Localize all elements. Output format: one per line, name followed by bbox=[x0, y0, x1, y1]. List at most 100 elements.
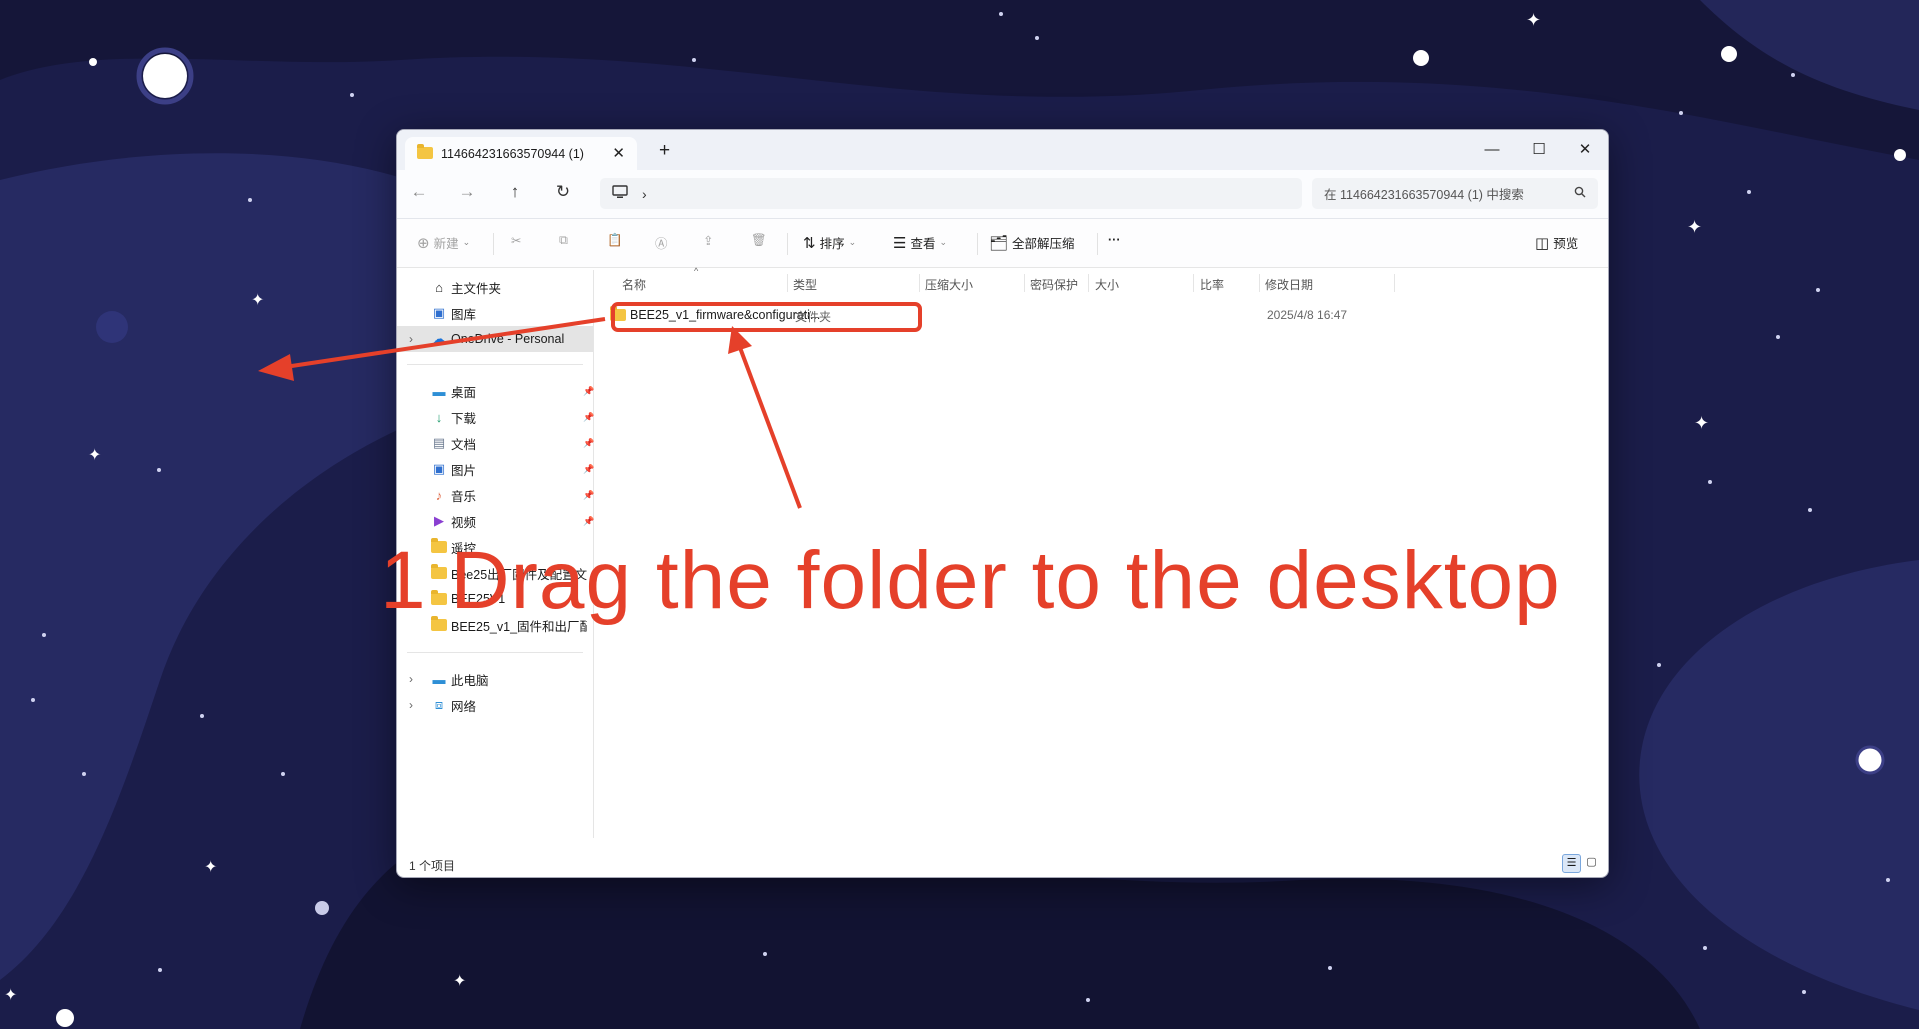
column-divider[interactable] bbox=[1024, 274, 1025, 292]
pin-icon[interactable]: 📌 bbox=[583, 412, 594, 423]
search-box[interactable]: 在 114664231663570944 (1) 中搜索 bbox=[1312, 178, 1598, 209]
large-icons-view-icon[interactable]: ▢ bbox=[1583, 854, 1600, 871]
nav-item-home[interactable]: ⌂ 主文件夹 bbox=[397, 274, 593, 300]
extract-icon: 🗂 bbox=[989, 234, 1009, 252]
pin-icon[interactable]: 📌 bbox=[583, 516, 594, 527]
divider bbox=[407, 364, 583, 365]
picture-icon: ▣ bbox=[432, 461, 446, 476]
more-options-icon[interactable]: ··· bbox=[1108, 233, 1121, 247]
nav-item-gallery[interactable]: ▣ 图库 bbox=[397, 300, 593, 326]
pin-icon[interactable]: 📌 bbox=[583, 490, 594, 501]
video-icon: ▶ bbox=[434, 513, 444, 528]
rename-icon[interactable]: Ⓐ bbox=[655, 233, 668, 252]
svg-text:✦: ✦ bbox=[1694, 413, 1709, 433]
nav-item-onedrive[interactable]: › ☁ OneDrive - Personal bbox=[397, 326, 593, 352]
column-divider[interactable] bbox=[1259, 274, 1260, 292]
maximize-button[interactable]: ☐ bbox=[1517, 135, 1561, 165]
close-button[interactable]: ✕ bbox=[1563, 135, 1607, 165]
svg-text:✦: ✦ bbox=[4, 987, 17, 1004]
view-button[interactable]: ☰ 查看 ⌄ bbox=[893, 233, 947, 252]
pin-icon[interactable]: 📌 bbox=[583, 438, 594, 449]
computer-icon: ▬ bbox=[432, 671, 446, 687]
file-row[interactable]: BEE25_v1_firmware&configurati... 文件夹 202… bbox=[594, 304, 1608, 328]
nav-item-documents[interactable]: ▤ 文档 📌 bbox=[397, 430, 594, 456]
address-bar[interactable]: › bbox=[600, 178, 1302, 209]
delete-icon[interactable]: 🗑 bbox=[751, 233, 767, 248]
nav-item-desktop[interactable]: ▬ 桌面 📌 bbox=[397, 378, 595, 404]
nav-item-downloads[interactable]: ↓ 下载 📌 bbox=[397, 404, 594, 430]
search-icon bbox=[1574, 186, 1586, 201]
nav-label: OneDrive - Personal bbox=[451, 332, 565, 346]
up-button[interactable]: ↑ bbox=[503, 182, 527, 202]
tab-title: 114664231663570944 (1) bbox=[441, 146, 584, 161]
chevron-right-icon[interactable]: › bbox=[409, 672, 413, 686]
pin-icon[interactable]: 📌 bbox=[583, 464, 594, 475]
nav-item-videos[interactable]: ▶ 视频 📌 bbox=[397, 508, 594, 534]
nav-label: 主文件夹 bbox=[451, 281, 502, 296]
command-bar: ⊕ 新建 ⌄ ✂ ⧉ 📋 Ⓐ ⇪ 🗑 ⇅ 排序 ⌄ ☰ 查看 ⌄ 🗂 全部解压缩 ··… bbox=[397, 219, 1608, 268]
refresh-button[interactable]: ↻ bbox=[551, 182, 575, 202]
home-icon: ⌂ bbox=[435, 279, 443, 295]
svg-text:✦: ✦ bbox=[453, 973, 466, 990]
column-type[interactable]: 类型 bbox=[793, 276, 817, 293]
column-divider[interactable] bbox=[787, 274, 788, 292]
preview-button[interactable]: ◫ 预览 bbox=[1535, 233, 1578, 252]
divider bbox=[407, 652, 583, 653]
chevron-right-icon[interactable]: › bbox=[409, 698, 413, 712]
document-icon: ▤ bbox=[432, 435, 446, 450]
new-tab-button[interactable]: + bbox=[659, 140, 670, 162]
nav-item-network[interactable]: › ⧈ 网络 bbox=[397, 692, 593, 718]
search-input[interactable]: 在 114664231663570944 (1) 中搜索 bbox=[1324, 184, 1574, 203]
divider bbox=[787, 233, 788, 255]
nav-item-this-pc[interactable]: › ▬ 此电脑 bbox=[397, 666, 593, 692]
breadcrumb-chevron-icon[interactable]: › bbox=[642, 186, 647, 202]
chevron-right-icon[interactable]: › bbox=[409, 332, 413, 346]
sort-button[interactable]: ⇅ 排序 ⌄ bbox=[803, 233, 856, 252]
pin-icon[interactable]: 📌 bbox=[583, 386, 594, 397]
annotation-instruction: 1 Drag the folder to the desktop bbox=[380, 535, 1561, 626]
column-divider[interactable] bbox=[919, 274, 920, 292]
tab-active[interactable]: 114664231663570944 (1) ✕ bbox=[405, 137, 637, 170]
column-header-row: ^ 名称 类型 压缩大小 密码保护 大小 比率 修改日期 bbox=[594, 266, 1608, 294]
plus-circle-icon: ⊕ bbox=[417, 234, 430, 252]
column-date-modified[interactable]: 修改日期 bbox=[1265, 276, 1313, 293]
paste-icon[interactable]: 📋 bbox=[607, 233, 623, 248]
nav-label: 此电脑 bbox=[451, 673, 489, 688]
column-size[interactable]: 大小 bbox=[1095, 276, 1119, 293]
nav-item-pictures[interactable]: ▣ 图片 📌 bbox=[397, 456, 594, 482]
column-compressed-size[interactable]: 压缩大小 bbox=[925, 276, 973, 293]
back-button[interactable]: ← bbox=[407, 182, 431, 202]
file-type: 文件夹 bbox=[795, 310, 832, 324]
svg-text:✦: ✦ bbox=[88, 447, 101, 464]
minimize-button[interactable]: — bbox=[1470, 135, 1514, 165]
svg-text:✦: ✦ bbox=[204, 859, 217, 876]
column-name[interactable]: 名称 bbox=[622, 276, 646, 293]
column-divider[interactable] bbox=[1193, 274, 1194, 292]
sort-icon: ⇅ bbox=[803, 234, 816, 252]
extract-all-button[interactable]: 🗂 全部解压缩 bbox=[989, 233, 1075, 252]
new-label: 新建 bbox=[433, 237, 459, 251]
folder-icon bbox=[610, 306, 626, 323]
new-button[interactable]: ⊕ 新建 ⌄ bbox=[417, 233, 470, 252]
preview-pane-icon: ◫ bbox=[1535, 234, 1550, 252]
column-password[interactable]: 密码保护 bbox=[1030, 276, 1078, 293]
chevron-down-icon: ⌄ bbox=[848, 237, 857, 247]
tab-close-icon[interactable]: ✕ bbox=[612, 144, 625, 162]
nav-label: 桌面 bbox=[451, 385, 477, 400]
nav-label: 视频 bbox=[451, 515, 477, 530]
cut-icon[interactable]: ✂ bbox=[511, 233, 521, 248]
share-icon[interactable]: ⇪ bbox=[703, 233, 713, 248]
column-ratio[interactable]: 比率 bbox=[1200, 276, 1224, 293]
copy-icon[interactable]: ⧉ bbox=[559, 233, 568, 248]
nav-item-music[interactable]: ♪ 音乐 📌 bbox=[397, 482, 594, 508]
preview-label: 预览 bbox=[1553, 237, 1579, 251]
svg-text:✦: ✦ bbox=[251, 292, 264, 309]
details-view-icon[interactable]: ☰ bbox=[1562, 854, 1581, 873]
network-icon: ⧈ bbox=[434, 697, 444, 712]
column-divider[interactable] bbox=[1088, 274, 1089, 292]
file-name[interactable]: BEE25_v1_firmware&configurati... bbox=[630, 308, 820, 322]
forward-button[interactable]: → bbox=[455, 182, 479, 202]
chevron-down-icon: ⌄ bbox=[462, 237, 471, 247]
music-icon: ♪ bbox=[435, 487, 443, 503]
column-divider[interactable] bbox=[1394, 274, 1395, 292]
